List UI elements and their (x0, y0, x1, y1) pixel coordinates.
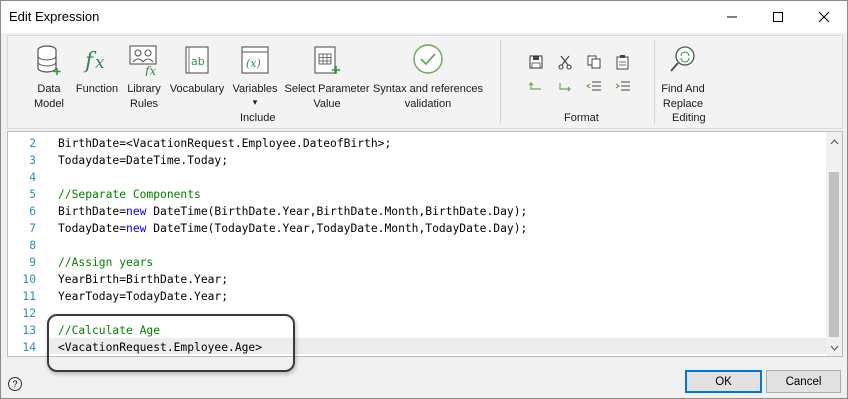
line-number: 13 (22, 324, 36, 337)
data-model-label-2: Model (34, 98, 64, 110)
svg-text:(x): (x) (246, 57, 261, 70)
paste-icon[interactable] (615, 54, 633, 72)
function-icon: f x (83, 42, 111, 76)
cut-icon[interactable] (557, 54, 575, 72)
line-number: 2 (29, 137, 36, 150)
syntax-validation-button[interactable]: Syntax and references validation (372, 42, 484, 112)
undo-icon[interactable] (528, 78, 546, 96)
function-label: Function (75, 83, 119, 95)
code-text: BirthDate=<VacationRequest.Employee.Date… (58, 137, 392, 150)
scrollbar-thumb[interactable] (829, 172, 839, 337)
library-rules-button[interactable]: fx Library Rules (124, 42, 164, 112)
find-replace-label-1: Find And (661, 83, 705, 95)
svg-text:x: x (95, 53, 105, 73)
variables-dropdown-arrow-icon: ▾ (252, 97, 258, 107)
editing-group-label: Editing (672, 112, 706, 124)
ok-button[interactable]: OK (685, 370, 762, 393)
vocabulary-icon: ab (183, 42, 211, 76)
variables-icon: (x) (240, 42, 270, 76)
find-replace-icon (667, 42, 699, 76)
code-line[interactable]: 11 YearToday=TodayDate.Year; (8, 288, 826, 305)
copy-icon[interactable] (586, 54, 604, 72)
library-rules-label-2: Rules (129, 98, 159, 110)
line-number: 6 (29, 205, 36, 218)
scroll-down-arrow-icon[interactable] (826, 340, 842, 356)
code-text: YearBirth=BirthDate.Year; (58, 273, 229, 286)
select-parameter-label-2: Value (313, 98, 341, 110)
library-rules-label-1: Library (127, 83, 161, 95)
vertical-scrollbar[interactable] (826, 132, 842, 356)
code-line[interactable]: 7 TodayDate=new DateTime(TodayDate.Year,T… (8, 220, 826, 237)
indent-icon[interactable] (615, 78, 633, 96)
edit-expression-dialog: Edit Expression Data Model f x Function … (0, 0, 848, 399)
code-text: BirthDate=new DateTime(BirthDate.Year,Bi… (58, 205, 528, 218)
data-model-icon (36, 42, 62, 76)
line-number: 11 (22, 290, 36, 303)
data-model-label-1: Data (37, 83, 61, 95)
library-rules-icon: fx (128, 42, 160, 76)
svg-text:fx: fx (144, 64, 156, 76)
code-line[interactable]: 4 (8, 169, 826, 186)
variables-button[interactable]: (x) Variables ▾ (230, 42, 280, 107)
window-title: Edit Expression (9, 9, 100, 24)
maximize-button[interactable] (755, 1, 801, 33)
format-group-label: Format (564, 112, 599, 124)
line-number: 9 (29, 256, 36, 269)
code-text: TodayDate=new DateTime(TodayDate.Year,To… (58, 222, 528, 235)
keyword-new: new (126, 222, 147, 235)
data-model-button[interactable]: Data Model (32, 42, 66, 112)
line-number: 14 (22, 341, 36, 354)
code-line[interactable]: 5 //Separate Components (8, 186, 826, 203)
code-text: Todaydate=DateTime.Today; (58, 154, 229, 167)
variables-label: Variables (232, 83, 278, 95)
vocabulary-label: Vocabulary (169, 83, 225, 95)
close-button[interactable] (801, 1, 847, 33)
vocabulary-button[interactable]: ab Vocabulary (168, 42, 226, 97)
syntax-validation-label-1: Syntax and references (372, 83, 484, 95)
select-parameter-value-button[interactable]: Select Parameter Value (284, 42, 370, 112)
ribbon-separator (654, 40, 655, 124)
line-number: 4 (29, 171, 36, 184)
code-line[interactable]: 3 Todaydate=DateTime.Today; (8, 152, 826, 169)
code-comment: //Assign years (58, 256, 154, 269)
ribbon-toolbar: Data Model f x Function fx Library Rules… (7, 35, 843, 129)
find-and-replace-button[interactable]: Find And Replace (658, 42, 708, 112)
code-line[interactable]: 6 BirthDate=new DateTime(BirthDate.Year,B… (8, 203, 826, 220)
line-number: 3 (29, 154, 36, 167)
function-button[interactable]: f x Function (74, 42, 120, 97)
outdent-icon[interactable] (585, 78, 604, 96)
maximize-icon (773, 12, 783, 22)
code-line[interactable]: 9 //Assign years (8, 254, 826, 271)
code-text: YearToday=TodayDate.Year; (58, 290, 229, 303)
redo-icon[interactable] (557, 78, 575, 96)
minimize-button[interactable] (709, 1, 755, 33)
close-icon (818, 11, 830, 23)
line-number: 12 (22, 307, 36, 320)
line-number: 5 (29, 188, 36, 201)
ribbon-separator (500, 40, 501, 124)
save-icon[interactable] (528, 54, 546, 72)
select-parameter-label-1: Select Parameter (284, 83, 370, 95)
help-icon[interactable]: ? (8, 377, 22, 391)
minimize-icon (727, 16, 737, 18)
code-line[interactable]: 10 YearBirth=BirthDate.Year; (8, 271, 826, 288)
include-group-label: Include (240, 112, 276, 124)
cancel-button[interactable]: Cancel (766, 370, 841, 393)
dialog-footer: ? OK Cancel (1, 361, 847, 398)
line-number: 7 (29, 222, 36, 235)
code-comment: //Separate Components (58, 188, 201, 201)
select-parameter-icon (312, 42, 342, 76)
code-line[interactable]: 8 (8, 237, 826, 254)
line-number: 8 (29, 239, 36, 252)
find-replace-label-2: Replace (662, 98, 704, 110)
title-bar: Edit Expression (1, 1, 847, 33)
syntax-validation-icon (411, 42, 445, 76)
svg-text:ab: ab (191, 55, 205, 68)
line-number: 10 (22, 273, 36, 286)
scroll-up-arrow-icon[interactable] (826, 134, 842, 150)
keyword-new: new (126, 205, 147, 218)
syntax-validation-label-2: validation (404, 98, 452, 110)
code-line[interactable]: 2 BirthDate=<VacationRequest.Employee.Dat… (8, 135, 826, 152)
